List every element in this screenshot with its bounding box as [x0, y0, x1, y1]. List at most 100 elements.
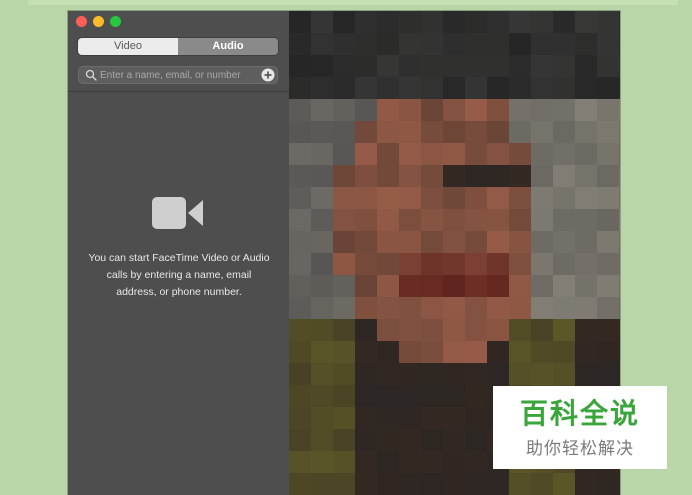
preview-pixel	[553, 253, 575, 275]
preview-pixel	[531, 33, 553, 55]
preview-pixel	[465, 275, 487, 297]
preview-pixel	[311, 297, 333, 319]
preview-pixel	[597, 55, 619, 77]
add-contact-button[interactable]	[261, 68, 275, 82]
preview-pixel	[531, 143, 553, 165]
preview-pixel	[597, 341, 619, 363]
preview-pixel	[597, 319, 619, 341]
zoom-window-button[interactable]	[110, 16, 121, 27]
preview-pixel	[333, 99, 355, 121]
preview-pixel	[333, 33, 355, 55]
preview-pixel	[487, 209, 509, 231]
preview-pixel	[597, 143, 619, 165]
preview-pixel	[377, 165, 399, 187]
preview-pixel	[443, 209, 465, 231]
preview-pixel	[443, 55, 465, 77]
preview-pixel	[355, 385, 377, 407]
preview-pixel	[333, 429, 355, 451]
preview-pixel	[289, 11, 311, 33]
preview-pixel	[597, 253, 619, 275]
preview-pixel	[377, 429, 399, 451]
preview-pixel	[553, 33, 575, 55]
preview-pixel	[509, 473, 531, 495]
preview-pixel	[509, 253, 531, 275]
page-top-band	[28, 0, 678, 5]
preview-pixel	[289, 55, 311, 77]
preview-pixel	[377, 209, 399, 231]
preview-pixel	[509, 209, 531, 231]
title-bar	[68, 11, 289, 35]
preview-pixel	[377, 99, 399, 121]
preview-pixel	[443, 407, 465, 429]
search-field	[78, 66, 278, 84]
preview-pixel	[575, 187, 597, 209]
preview-pixel	[619, 11, 620, 33]
preview-pixel	[377, 143, 399, 165]
preview-pixel	[619, 55, 620, 77]
preview-pixel	[289, 143, 311, 165]
preview-pixel	[619, 209, 620, 231]
preview-pixel	[355, 407, 377, 429]
preview-pixel	[355, 363, 377, 385]
preview-pixel	[355, 99, 377, 121]
preview-pixel	[311, 231, 333, 253]
preview-pixel	[399, 297, 421, 319]
preview-pixel	[289, 429, 311, 451]
preview-pixel	[355, 187, 377, 209]
preview-pixel	[531, 319, 553, 341]
tab-video[interactable]: Video	[78, 38, 178, 55]
preview-pixel	[553, 341, 575, 363]
preview-pixel	[443, 429, 465, 451]
preview-pixel	[311, 187, 333, 209]
preview-pixel	[575, 209, 597, 231]
preview-pixel	[333, 165, 355, 187]
preview-pixel	[553, 275, 575, 297]
preview-pixel	[487, 11, 509, 33]
close-window-button[interactable]	[76, 16, 87, 27]
preview-pixel	[531, 187, 553, 209]
tab-audio[interactable]: Audio	[178, 38, 278, 55]
preview-pixel	[487, 121, 509, 143]
preview-pixel	[443, 165, 465, 187]
preview-pixel	[421, 319, 443, 341]
preview-pixel	[597, 165, 619, 187]
preview-pixel	[377, 231, 399, 253]
preview-pixel	[531, 297, 553, 319]
preview-pixel	[597, 297, 619, 319]
preview-pixel	[531, 363, 553, 385]
preview-pixel	[465, 341, 487, 363]
search-input[interactable]	[100, 67, 258, 83]
preview-pixel	[487, 319, 509, 341]
preview-pixel	[421, 297, 443, 319]
preview-pixel	[597, 363, 619, 385]
preview-pixel	[289, 77, 311, 99]
preview-pixel	[333, 77, 355, 99]
preview-pixel	[399, 187, 421, 209]
minimize-window-button[interactable]	[93, 16, 104, 27]
preview-pixel	[575, 341, 597, 363]
preview-pixel	[289, 121, 311, 143]
preview-pixel	[421, 407, 443, 429]
preview-pixel	[311, 341, 333, 363]
preview-pixel	[421, 187, 443, 209]
preview-pixel	[465, 231, 487, 253]
preview-pixel	[487, 341, 509, 363]
preview-pixel	[399, 253, 421, 275]
preview-pixel	[355, 209, 377, 231]
sidebar: Video Audio You can start FaceTime Video…	[68, 11, 289, 495]
preview-pixel	[421, 253, 443, 275]
preview-pixel	[443, 385, 465, 407]
preview-pixel	[311, 319, 333, 341]
preview-pixel	[289, 341, 311, 363]
preview-pixel	[575, 77, 597, 99]
preview-pixel	[311, 407, 333, 429]
preview-pixel	[553, 209, 575, 231]
preview-pixel	[377, 319, 399, 341]
preview-pixel	[355, 319, 377, 341]
preview-pixel	[619, 165, 620, 187]
preview-pixel	[619, 77, 620, 99]
preview-pixel	[509, 143, 531, 165]
preview-pixel	[509, 187, 531, 209]
preview-pixel	[421, 341, 443, 363]
preview-pixel	[333, 319, 355, 341]
